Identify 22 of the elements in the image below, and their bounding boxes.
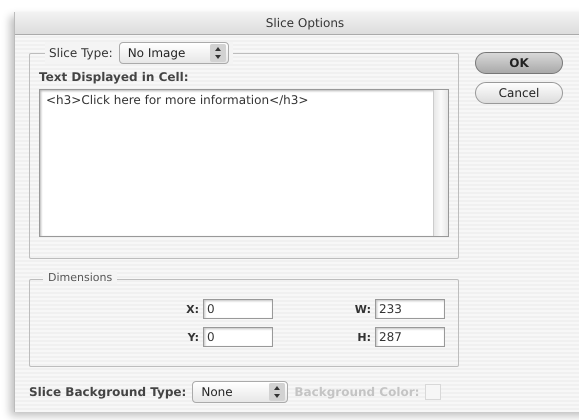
text-cell-field[interactable]: <h3>Click here for more information</h3> bbox=[39, 89, 449, 237]
updown-arrows-icon bbox=[269, 383, 286, 401]
dimension-label: X: bbox=[186, 302, 199, 316]
dimension-field[interactable]: 0 bbox=[203, 299, 273, 319]
updown-arrows-icon bbox=[210, 44, 226, 62]
scrollbar[interactable] bbox=[433, 90, 448, 236]
slice-type-label: Slice Type: bbox=[49, 46, 113, 60]
dimension-label: W: bbox=[354, 302, 371, 316]
slice-type-dropdown[interactable]: No Image bbox=[118, 42, 229, 64]
dimension-field[interactable]: 0 bbox=[203, 327, 273, 347]
cancel-button[interactable]: Cancel bbox=[475, 82, 563, 104]
text-cell-label: Text Displayed in Cell: bbox=[39, 70, 190, 84]
dimension-label: H: bbox=[357, 330, 371, 344]
dimensions-title: Dimensions bbox=[43, 271, 118, 284]
dimension-field[interactable]: 233 bbox=[375, 299, 445, 319]
background-type-dropdown[interactable]: None bbox=[192, 381, 288, 403]
ok-button[interactable]: OK bbox=[475, 52, 563, 74]
dimension-label: Y: bbox=[188, 330, 199, 344]
window-title: Slice Options bbox=[266, 16, 344, 30]
dimension-field[interactable]: 287 bbox=[375, 327, 445, 347]
background-type-label: Slice Background Type: bbox=[29, 385, 186, 399]
text-cell-value: <h3>Click here for more information</h3> bbox=[45, 92, 310, 109]
